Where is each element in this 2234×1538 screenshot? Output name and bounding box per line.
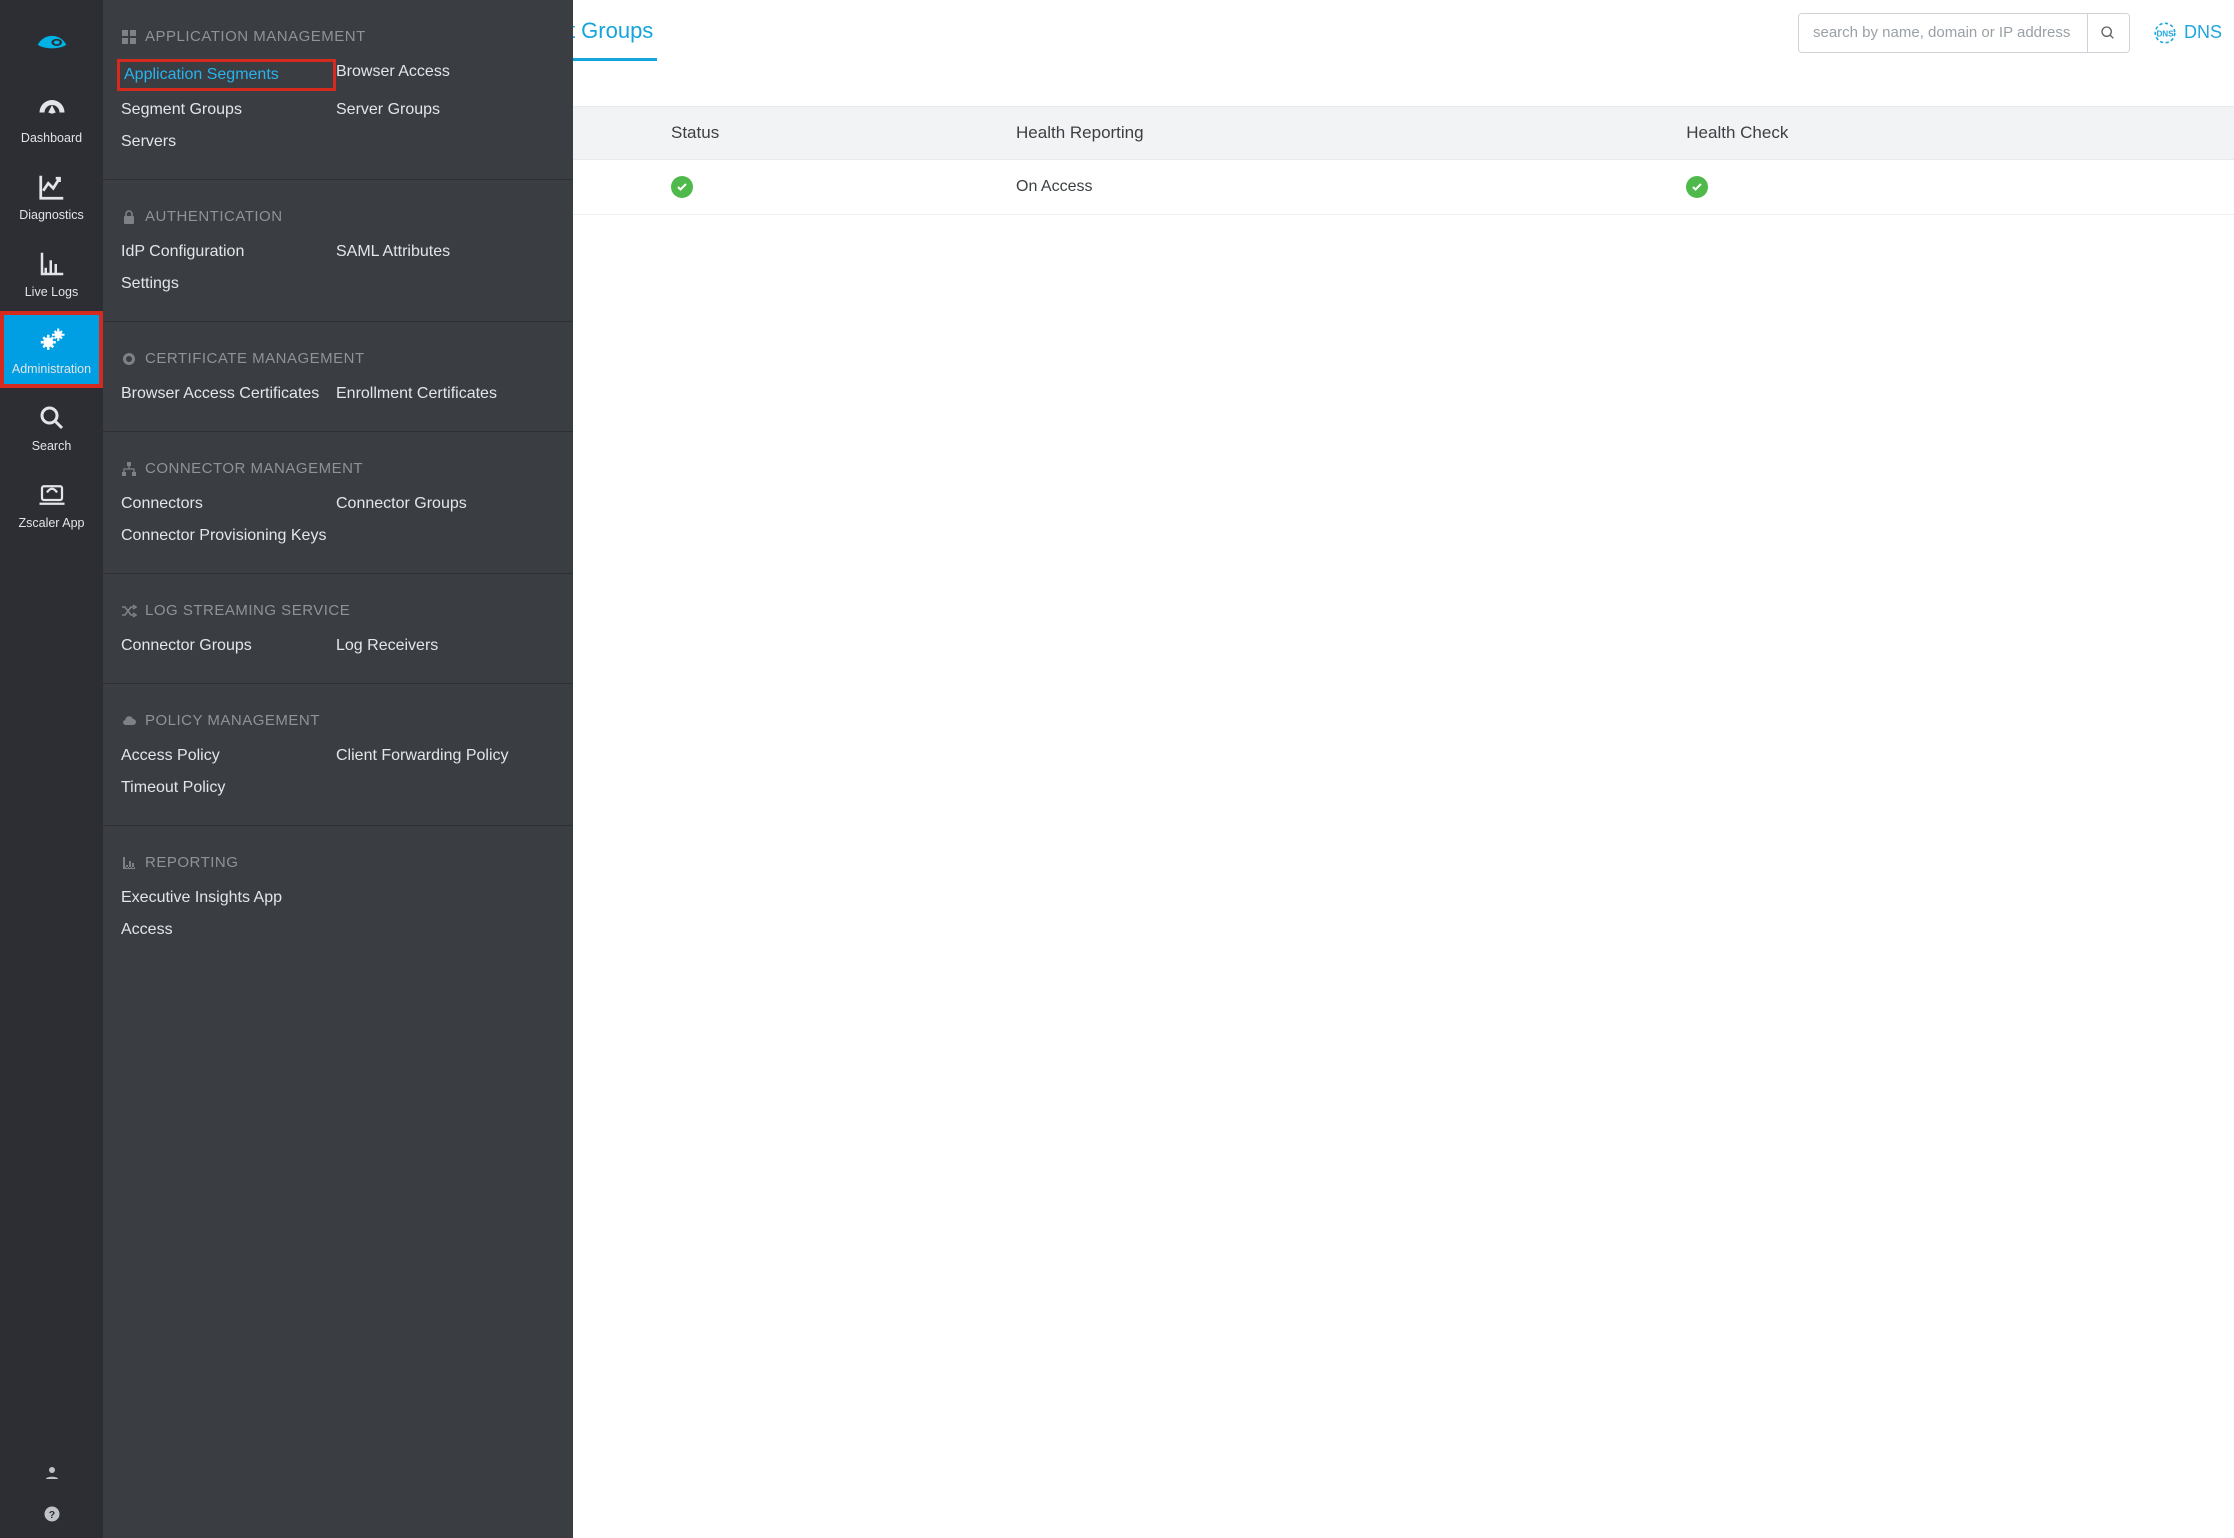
healthcheck-ok-icon [1686, 176, 1708, 198]
flyout-link-lss-connector-groups[interactable]: Connector Groups [121, 633, 336, 659]
flyout-link-access-policy[interactable]: Access Policy [121, 743, 336, 769]
flyout-heading: CERTIFICATE MANAGEMENT [121, 350, 555, 367]
flyout-link-servers[interactable]: Servers [121, 129, 336, 155]
magnifier-icon [37, 403, 67, 433]
page-top-bar: Segment Groups DNS DNS [573, 0, 2234, 66]
nav-zscaler-app-label: Zscaler App [18, 516, 84, 530]
chart-icon [121, 855, 137, 871]
page-tabs: Segment Groups [573, 4, 657, 61]
dns-icon: DNS [2152, 20, 2178, 46]
nav-live-logs[interactable]: Live Logs [0, 234, 103, 311]
flyout-heading-text: APPLICATION MANAGEMENT [145, 28, 366, 45]
flyout-link-application-segments[interactable]: Application Segments [117, 59, 336, 91]
gauge-icon [37, 95, 67, 125]
nav-search-label: Search [32, 439, 72, 453]
flyout-link-ba-certificates[interactable]: Browser Access Certificates [121, 381, 336, 407]
flyout-heading-text: REPORTING [145, 854, 238, 871]
flyout-section-reporting: REPORTING Executive Insights App Access [103, 826, 573, 967]
flyout-heading-text: POLICY MANAGEMENT [145, 712, 320, 729]
col-name [573, 107, 653, 160]
flyout-heading-text: AUTHENTICATION [145, 208, 283, 225]
flyout-link-auth-settings[interactable]: Settings [121, 271, 336, 297]
col-status[interactable]: Status [653, 107, 998, 160]
search-box [1798, 13, 2130, 53]
search-button[interactable] [2087, 14, 2129, 52]
rail-bottom-icons: ? [0, 1464, 103, 1538]
table-header-row: Status Health Reporting Health Check [573, 107, 2234, 160]
flyout-link-server-groups[interactable]: Server Groups [336, 97, 555, 123]
flyout-link-timeout-policy[interactable]: Timeout Policy [121, 775, 336, 801]
flyout-heading-text: LOG STREAMING SERVICE [145, 602, 350, 619]
flyout-link-connector-provisioning-keys[interactable]: Connector Provisioning Keys [121, 523, 336, 549]
flyout-heading: POLICY MANAGEMENT [121, 712, 555, 729]
col-health-reporting[interactable]: Health Reporting [998, 107, 1668, 160]
line-chart-icon [37, 172, 67, 202]
flyout-section-certificates: CERTIFICATE MANAGEMENT Browser Access Ce… [103, 322, 573, 432]
flyout-link-saml-attributes[interactable]: SAML Attributes [336, 239, 555, 265]
flyout-heading: AUTHENTICATION [121, 208, 555, 225]
status-ok-icon [671, 176, 693, 198]
flyout-link-log-receivers[interactable]: Log Receivers [336, 633, 555, 659]
flyout-link-enrollment-certificates[interactable]: Enrollment Certificates [336, 381, 555, 407]
flyout-section-app-management: APPLICATION MANAGEMENT Application Segme… [103, 0, 573, 180]
seal-icon [121, 351, 137, 367]
help-icon[interactable]: ? [43, 1505, 61, 1528]
gears-icon [37, 326, 67, 356]
dns-label: DNS [2184, 22, 2222, 43]
brand-logo [0, 0, 103, 80]
nav-diagnostics[interactable]: Diagnostics [0, 157, 103, 234]
shuffle-icon [121, 603, 137, 619]
flyout-link-executive-insights[interactable]: Executive Insights App [121, 885, 336, 911]
laptop-icon [37, 480, 67, 510]
lock-icon [121, 209, 137, 225]
grid-icon [121, 29, 137, 45]
search-input[interactable] [1799, 14, 2087, 52]
segments-table: Status Health Reporting Health Check On … [573, 106, 2234, 215]
dns-toggle[interactable]: DNS DNS [2152, 20, 2222, 46]
flyout-link-client-forwarding-policy[interactable]: Client Forwarding Policy [336, 743, 555, 769]
nav-zscaler-app[interactable]: Zscaler App [0, 465, 103, 542]
flyout-section-log-streaming: LOG STREAMING SERVICE Connector Groups L… [103, 574, 573, 684]
left-nav-rail: Dashboard Diagnostics Live Logs Administ… [0, 0, 103, 1538]
svg-text:DNS: DNS [2156, 29, 2174, 38]
flyout-heading: APPLICATION MANAGEMENT [121, 28, 555, 45]
user-icon[interactable] [43, 1464, 61, 1487]
flyout-heading-text: CERTIFICATE MANAGEMENT [145, 350, 365, 367]
nav-administration[interactable]: Administration [0, 311, 103, 388]
nav-dashboard[interactable]: Dashboard [0, 80, 103, 157]
flyout-section-policy: POLICY MANAGEMENT Access Policy Client F… [103, 684, 573, 826]
flyout-heading: LOG STREAMING SERVICE [121, 602, 555, 619]
nav-search[interactable]: Search [0, 388, 103, 465]
cell-status [653, 160, 998, 215]
cloud-icon [121, 713, 137, 729]
flyout-section-authentication: AUTHENTICATION IdP Configuration SAML At… [103, 180, 573, 322]
flyout-section-connectors: CONNECTOR MANAGEMENT Connectors Connecto… [103, 432, 573, 574]
flyout-link-reporting-access[interactable]: Access [121, 917, 336, 943]
flyout-link-idp-configuration[interactable]: IdP Configuration [121, 239, 336, 265]
flyout-heading: REPORTING [121, 854, 555, 871]
topbar-right: DNS DNS [1798, 13, 2226, 53]
flyout-link-connector-groups[interactable]: Connector Groups [336, 491, 555, 517]
nav-diagnostics-label: Diagnostics [19, 208, 84, 222]
sitemap-icon [121, 461, 137, 477]
flyout-link-segment-groups[interactable]: Segment Groups [121, 97, 336, 123]
cell-name [573, 160, 653, 215]
administration-flyout: APPLICATION MANAGEMENT Application Segme… [103, 0, 573, 1538]
cell-health-check [1668, 160, 2234, 215]
nav-dashboard-label: Dashboard [21, 131, 82, 145]
flyout-heading-text: CONNECTOR MANAGEMENT [145, 460, 363, 477]
flyout-heading: CONNECTOR MANAGEMENT [121, 460, 555, 477]
col-health-check[interactable]: Health Check [1668, 107, 2234, 160]
cell-health-reporting: On Access [998, 160, 1668, 215]
nav-live-logs-label: Live Logs [25, 285, 79, 299]
zscaler-logo-icon [33, 21, 71, 59]
table-row[interactable]: On Access [573, 160, 2234, 215]
flyout-link-browser-access[interactable]: Browser Access [336, 59, 555, 91]
flyout-link-connectors[interactable]: Connectors [121, 491, 336, 517]
main-content: Segment Groups DNS DNS Status [573, 0, 2234, 1538]
svg-text:?: ? [48, 1509, 54, 1521]
bar-chart-icon [37, 249, 67, 279]
search-icon [2100, 25, 2116, 41]
nav-administration-label: Administration [12, 362, 91, 376]
